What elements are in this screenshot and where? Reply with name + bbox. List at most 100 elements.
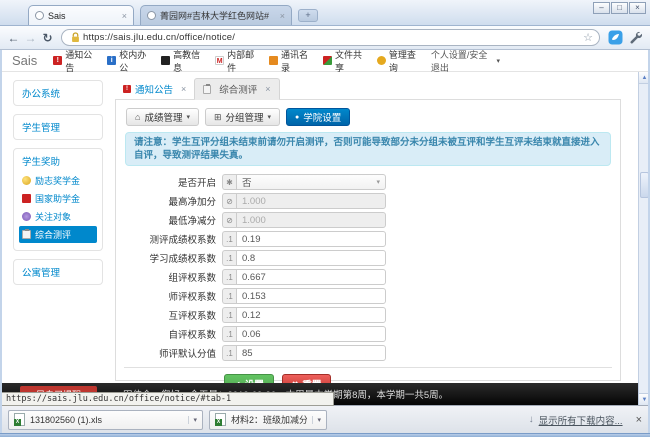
nav-item-mail[interactable]: M 内部邮件 [215, 48, 256, 74]
grade-mgmt-button[interactable]: ⌂ 成绩管理 ▾ [126, 108, 199, 126]
sidebar-item-student-aid[interactable]: 学生奖助 [14, 151, 102, 171]
tab-strip: Sais × 菁园网#吉林大学红色网站# × + [28, 5, 318, 25]
form-row: 测评成绩权系数 .1 [124, 231, 612, 247]
form-row: 师评权系数 .1 [124, 288, 612, 304]
nav-label: 通知公告 [65, 48, 94, 74]
site-navbar: Sais ! 通知公告 i 校内办公 高教信息 M 内部邮件 通讯名录 [0, 50, 650, 72]
download-file-name: 131802560 (1).xls [30, 415, 183, 425]
back-icon[interactable]: ← [5, 31, 22, 45]
chevron-down-icon[interactable]: ▾ [312, 416, 321, 424]
tab-notice[interactable]: ! 通知公告 × [115, 79, 194, 99]
tab-close-icon[interactable]: × [280, 11, 285, 21]
nav-item-office[interactable]: i 校内办公 [107, 48, 148, 74]
extension-icon[interactable] [608, 30, 623, 45]
download-item[interactable]: 131802560 (1).xls ▾ [8, 410, 203, 430]
warning-alert: 请注意：学生互评分组未结束前请勿开启测评，否则可能导致部分未分组未被互评和学生互… [125, 132, 611, 166]
sidebar-item-office-system[interactable]: 办公系统 [14, 83, 102, 103]
tab-close-icon[interactable]: × [265, 84, 270, 94]
min-deduction-input [236, 212, 386, 228]
field-label: 自评权系数 [124, 327, 222, 341]
decimal-addon: .1 [222, 231, 236, 247]
tab-label: 综合测评 [219, 82, 257, 96]
sidebar-item-comprehensive-eval[interactable]: 综合测评 [19, 226, 97, 243]
show-all-downloads-link[interactable]: 显示所有下载内容... [539, 413, 623, 427]
field-label: 师评默认分值 [124, 346, 222, 360]
address-bar[interactable]: https://sais.jlu.edu.cn/office/notice/ ☆ [61, 29, 600, 46]
tab-label: 通知公告 [135, 82, 173, 96]
field-label: 学习成绩权系数 [124, 251, 222, 265]
window-frame-bottom [0, 433, 650, 437]
enable-select[interactable]: 否 ▾ [236, 174, 386, 190]
browser-tab-sais[interactable]: Sais × [28, 5, 134, 25]
download-item[interactable]: 材料2：班级加减分….xls ▾ [209, 410, 327, 430]
chevron-down-icon[interactable]: ▾ [188, 416, 197, 424]
maximize-button[interactable]: □ [611, 2, 628, 14]
decimal-addon: .1 [222, 345, 236, 361]
self-eval-weight-input[interactable] [236, 326, 386, 342]
nav-label: 校内办公 [119, 48, 148, 74]
sidebar-item-label: 国家助学金 [35, 192, 80, 205]
sidebar-item-label: 关注对象 [35, 210, 71, 223]
browser-tab-jingyuan[interactable]: 菁园网#吉林大学红色网站# × [140, 5, 292, 25]
decimal-addon: .1 [222, 250, 236, 266]
group-eval-weight-input[interactable] [236, 269, 386, 285]
sidebar-item-national-grant[interactable]: 国家助学金 [19, 190, 97, 207]
forward-icon[interactable]: → [22, 31, 39, 45]
nav-item-info[interactable]: 高教信息 [161, 48, 202, 74]
clipboard-icon [203, 85, 211, 94]
decimal-addon: .1 [222, 288, 236, 304]
sidebar: 办公系统 学生管理 学生奖助 励志奖学金 国家助学金 [13, 80, 103, 293]
nav-item-contacts[interactable]: 通讯名录 [269, 48, 310, 74]
reset-button[interactable]: ✖ 重置 [282, 374, 332, 383]
tab-close-icon[interactable]: × [181, 84, 186, 94]
nav-label: 管理查询 [389, 48, 418, 74]
sidebar-item-label: 励志奖学金 [35, 174, 80, 187]
form-row: 自评权系数 .1 [124, 326, 612, 342]
home-icon: ⌂ [135, 112, 140, 122]
group-mgmt-button[interactable]: ⊞ 分组管理 ▾ [205, 108, 280, 126]
teacher-default-score-input[interactable] [236, 345, 386, 361]
teacher-eval-weight-input[interactable] [236, 288, 386, 304]
user-menu-label: 个人设置/安全退出 [431, 48, 494, 74]
clipboard-icon [22, 230, 31, 239]
user-settings-menu[interactable]: 个人设置/安全退出 ▾ [431, 48, 500, 74]
close-button[interactable]: × [629, 2, 646, 14]
nav-item-query[interactable]: 管理查询 [377, 48, 418, 74]
new-tab-button[interactable]: + [298, 9, 318, 22]
nav-item-notice[interactable]: ! 通知公告 [53, 48, 94, 74]
study-score-weight-input[interactable] [236, 250, 386, 266]
web-page: Sais ! 通知公告 i 校内办公 高教信息 M 内部邮件 通讯名录 [0, 50, 650, 405]
nav-item-share[interactable]: 文件共享 [323, 48, 364, 74]
info-icon [161, 56, 170, 65]
tab-comprehensive-eval[interactable]: 综合测评 × [194, 78, 279, 100]
button-label: 成绩管理 [144, 110, 182, 124]
excel-file-icon [215, 413, 226, 426]
tab-close-icon[interactable]: × [122, 11, 127, 21]
peer-eval-weight-input[interactable] [236, 307, 386, 323]
sidebar-item-scholarship[interactable]: 励志奖学金 [19, 172, 97, 189]
submit-button[interactable]: ✔ 设置 [224, 374, 274, 383]
url-text: https://sais.jlu.edu.cn/office/notice/ [83, 32, 583, 43]
form-row: 师评默认分值 .1 [124, 345, 612, 361]
status-url-bubble: https://sais.jlu.edu.cn/office/notice/#t… [0, 392, 334, 406]
tab-content-panel: ⌂ 成绩管理 ▾ ⊞ 分组管理 ▾ ● 学院设置 [115, 100, 621, 381]
wrench-icon[interactable] [629, 31, 642, 44]
eval-score-weight-input[interactable] [236, 231, 386, 247]
ban-addon-icon: ⊘ [222, 212, 236, 228]
field-label: 组评权系数 [124, 270, 222, 284]
college-settings-button[interactable]: ● 学院设置 [286, 108, 350, 126]
nav-label: 通讯名录 [281, 48, 310, 74]
sidebar-item-focus-targets[interactable]: 关注对象 [19, 208, 97, 225]
minimize-button[interactable]: – [593, 2, 610, 14]
close-download-bar-icon[interactable]: × [636, 414, 642, 426]
brand-logo[interactable]: Sais [12, 53, 37, 68]
reload-icon[interactable]: ↻ [39, 31, 56, 45]
select-value: 否 [242, 175, 252, 189]
content-tab-bar: ! 通知公告 × 综合测评 × [115, 80, 621, 100]
grid-icon: ⊞ [214, 112, 222, 123]
sidebar-item-dorm-mgmt[interactable]: 公寓管理 [14, 262, 102, 282]
page-content: 办公系统 学生管理 学生奖助 励志奖学金 国家助学金 [0, 72, 638, 383]
eval-toolbar: ⌂ 成绩管理 ▾ ⊞ 分组管理 ▾ ● 学院设置 [126, 108, 612, 126]
bookmark-star-icon[interactable]: ☆ [583, 31, 593, 44]
sidebar-item-student-mgmt[interactable]: 学生管理 [14, 117, 102, 137]
